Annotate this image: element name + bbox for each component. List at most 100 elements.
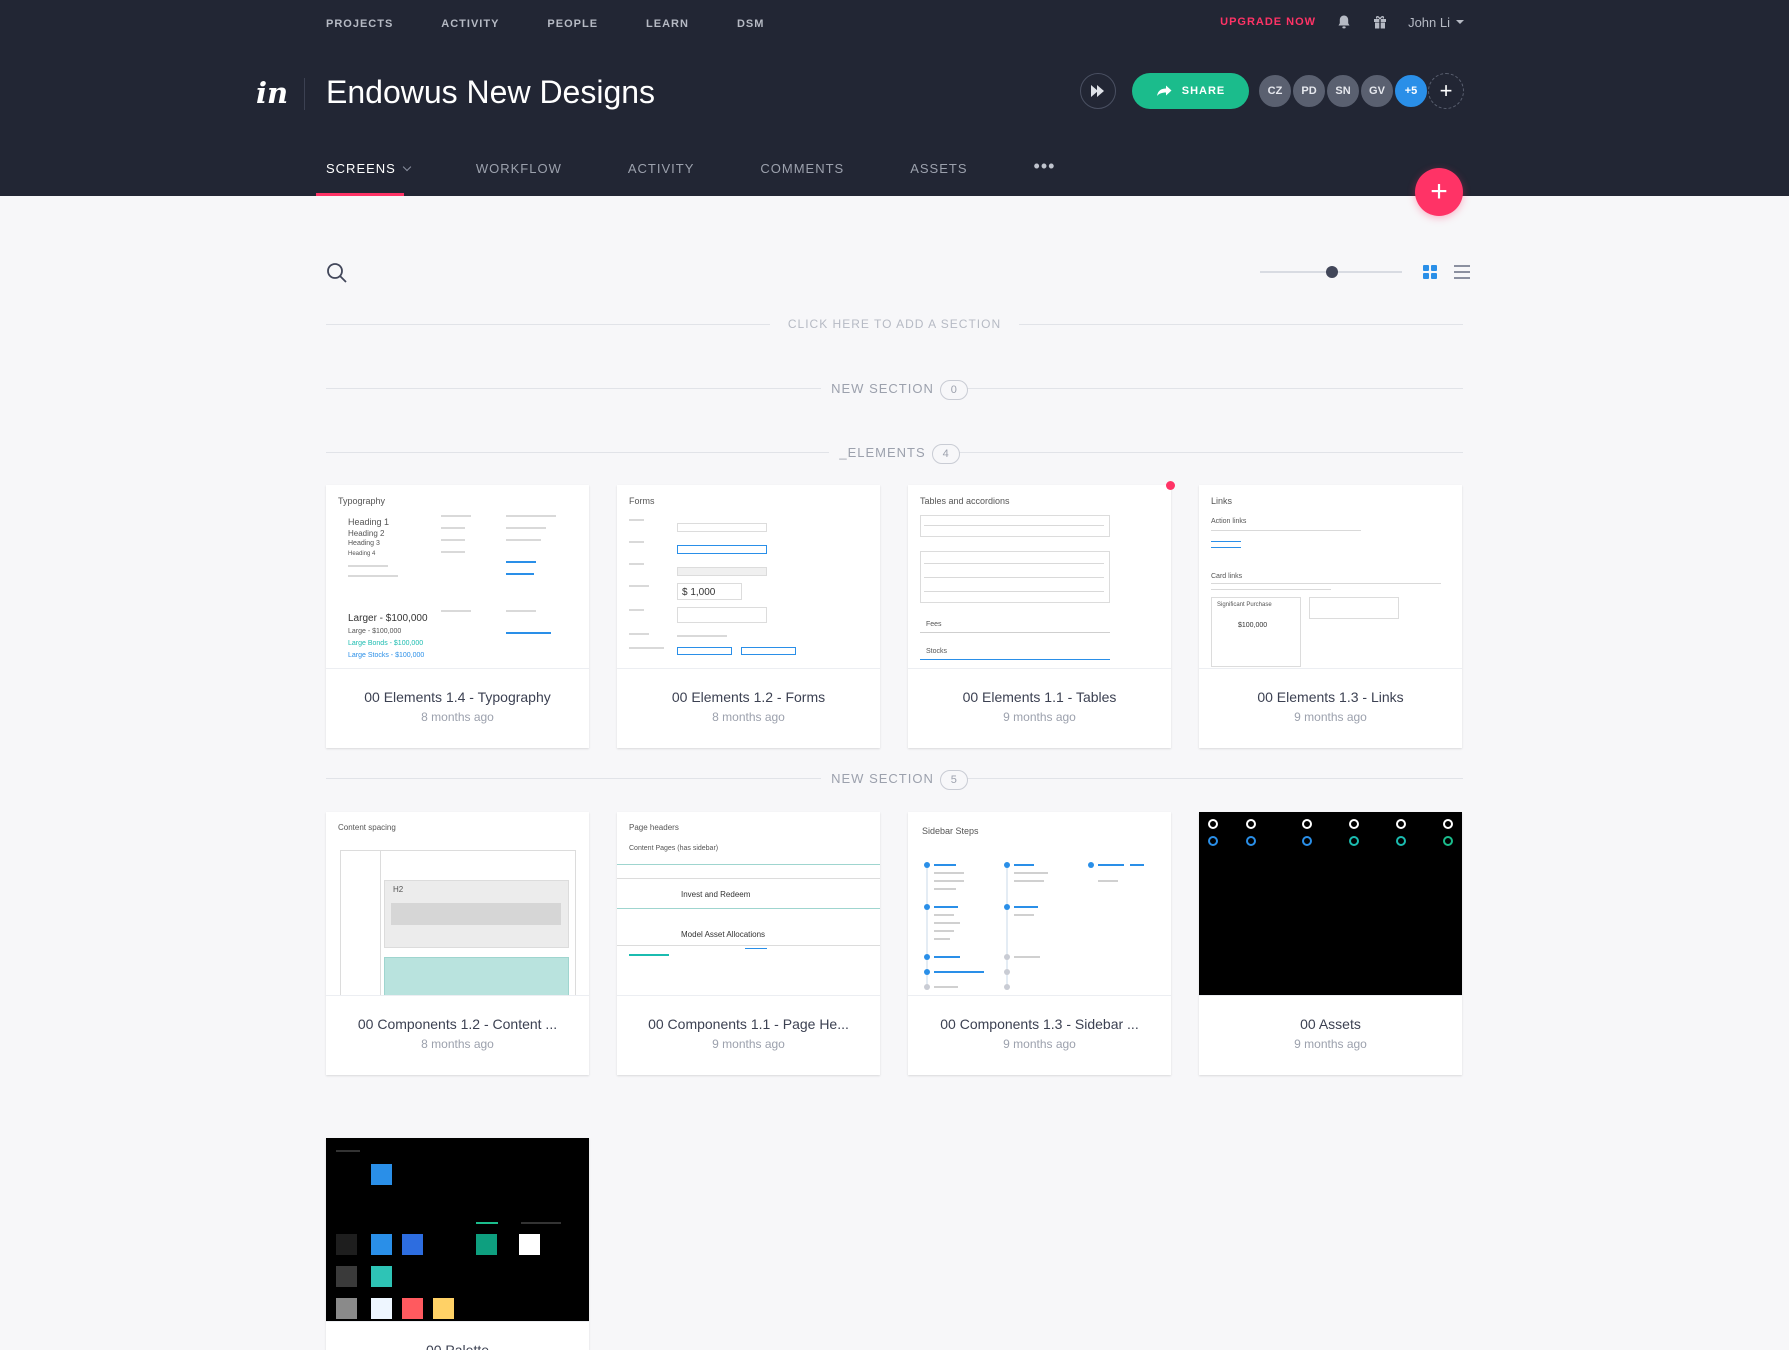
thumbnail-size-slider[interactable]: [1260, 266, 1402, 278]
thumb-link-line: [506, 632, 551, 634]
section-header[interactable]: NEW SECTION 0: [0, 380, 1789, 400]
thumb-line: [920, 632, 1110, 633]
bell-icon[interactable]: [1336, 14, 1352, 30]
thumb-line: [677, 635, 727, 637]
thumb-block: H2: [384, 880, 569, 948]
topnav-dsm[interactable]: DSM: [737, 18, 764, 30]
search-icon[interactable]: [326, 262, 348, 284]
screen-thumbnail[interactable]: Forms $ 1,000: [617, 485, 880, 669]
screen-card[interactable]: Forms $ 1,000 00 Elements 1.2 - Forms 8 …: [617, 485, 880, 748]
user-menu[interactable]: John Li: [1408, 15, 1464, 30]
screen-card[interactable]: 00 Palette: [326, 1138, 589, 1350]
upgrade-link[interactable]: UPGRADE NOW: [1220, 16, 1316, 28]
thumb-line: [924, 591, 1104, 592]
section-count-badge: 0: [939, 380, 968, 400]
tab-screens[interactable]: SCREENS: [326, 160, 412, 177]
top-nav: PROJECTS ACTIVITY PEOPLE LEARN DSM: [326, 18, 812, 30]
add-screen-button[interactable]: +: [1415, 168, 1463, 216]
thumb-line: [506, 610, 536, 612]
screen-card[interactable]: Links Action links Card links Significan…: [1199, 485, 1462, 748]
topnav-learn[interactable]: LEARN: [646, 18, 689, 30]
tab-workflow[interactable]: WORKFLOW: [476, 160, 562, 177]
more-tabs-icon[interactable]: •••: [1034, 156, 1056, 177]
screen-timestamp: 9 months ago: [1003, 1037, 1076, 1051]
avatar[interactable]: GV: [1359, 73, 1395, 109]
thumb-table: [920, 515, 1110, 537]
project-tabs: SCREENS WORKFLOW ACTIVITY COMMENTS ASSET…: [326, 156, 1121, 177]
thumb-title: Typography: [338, 496, 386, 506]
screen-title[interactable]: 00 Elements 1.3 - Links: [1199, 689, 1462, 705]
topnav-people[interactable]: PEOPLE: [547, 18, 598, 30]
collaborator-avatars: CZ PD SN GV +5: [1257, 73, 1429, 109]
thumb-link-line: [629, 954, 669, 956]
screen-thumbnail[interactable]: [1199, 812, 1462, 996]
screen-card[interactable]: Tables and accordions Fees Stocks 00 Ele…: [908, 485, 1171, 748]
screen-thumbnail[interactable]: Links Action links Card links Significan…: [1199, 485, 1462, 669]
screen-card[interactable]: Page headers Content Pages (has sidebar)…: [617, 812, 880, 1075]
tab-assets[interactable]: ASSETS: [910, 160, 967, 177]
grid-view-icon[interactable]: [1423, 265, 1437, 279]
invision-logo[interactable]: in: [256, 76, 288, 110]
tab-comments[interactable]: COMMENTS: [760, 160, 844, 177]
screen-thumbnail[interactable]: Tables and accordions Fees Stocks: [908, 485, 1171, 669]
screen-timestamp: 9 months ago: [712, 1037, 785, 1051]
tab-activity[interactable]: ACTIVITY: [628, 160, 695, 177]
thumb-card: [1309, 597, 1399, 619]
share-button[interactable]: SHARE: [1132, 73, 1249, 109]
section-header[interactable]: _ELEMENTS 4: [0, 444, 1789, 464]
screen-thumbnail[interactable]: Sidebar Steps: [908, 812, 1171, 996]
assets-icons-illustration: [1208, 819, 1453, 846]
screen-title[interactable]: 00 Components 1.2 - Content ...: [326, 1016, 589, 1032]
screen-card[interactable]: 00 Assets 9 months ago: [1199, 812, 1462, 1075]
thumb-text: Heading 4: [348, 551, 376, 557]
screen-title[interactable]: 00 Elements 1.2 - Forms: [617, 689, 880, 705]
chevron-down-icon[interactable]: [402, 162, 412, 171]
topnav-activity[interactable]: ACTIVITY: [441, 18, 499, 30]
screen-title[interactable]: 00 Assets: [1199, 1016, 1462, 1032]
section-header[interactable]: NEW SECTION 5: [0, 770, 1789, 790]
thumb-block: [384, 957, 569, 995]
thumb-line: [441, 551, 465, 553]
list-view-icon[interactable]: [1454, 265, 1470, 279]
screen-title[interactable]: 00 Components 1.1 - Page He...: [617, 1016, 880, 1032]
screen-thumbnail[interactable]: [326, 1138, 589, 1322]
thumb-link-line: [1211, 547, 1241, 548]
screen-card[interactable]: Typography Heading 1 Heading 2 Heading 3…: [326, 485, 589, 748]
avatar[interactable]: PD: [1291, 73, 1327, 109]
screen-title[interactable]: 00 Components 1.3 - Sidebar ...: [908, 1016, 1171, 1032]
thumb-input: [677, 567, 767, 576]
thumb-text: Significant Purchase: [1217, 602, 1272, 608]
screen-card[interactable]: Content spacing H2 00 Components 1.2 - C…: [326, 812, 589, 1075]
gift-icon[interactable]: [1372, 14, 1388, 30]
thumb-line: [506, 539, 541, 541]
thumb-line: [506, 527, 546, 529]
avatar[interactable]: SN: [1325, 73, 1361, 109]
thumb-link-line: [506, 561, 536, 563]
add-section-label: CLICK HERE TO ADD A SECTION: [769, 317, 1020, 331]
screen-thumbnail[interactable]: Typography Heading 1 Heading 2 Heading 3…: [326, 485, 589, 669]
thumb-text: $100,000: [1238, 622, 1268, 629]
preview-button[interactable]: [1080, 73, 1116, 109]
top-right-controls: UPGRADE NOW John Li: [1220, 14, 1464, 30]
section-title: NEW SECTION: [821, 381, 944, 396]
screen-title[interactable]: 00 Palette: [326, 1342, 589, 1350]
thumb-line: [924, 525, 1104, 526]
add-collaborator-button[interactable]: +: [1428, 73, 1464, 109]
slider-handle[interactable]: [1326, 266, 1338, 278]
sidebar-steps-illustration: [924, 862, 1144, 990]
thumb-text: Stocks: [926, 648, 948, 655]
screen-title[interactable]: 00 Elements 1.4 - Typography: [326, 689, 589, 705]
more-collaborators-badge[interactable]: +5: [1393, 73, 1429, 109]
screen-title[interactable]: 00 Elements 1.1 - Tables: [908, 689, 1171, 705]
screen-card[interactable]: Sidebar Steps 00 Components 1.3 - Sideba…: [908, 812, 1171, 1075]
avatar[interactable]: CZ: [1257, 73, 1293, 109]
topnav-projects[interactable]: PROJECTS: [326, 18, 393, 30]
logo-divider: [304, 78, 305, 110]
active-tab-indicator: [316, 193, 404, 196]
screen-thumbnail[interactable]: Page headers Content Pages (has sidebar)…: [617, 812, 880, 996]
add-section-link[interactable]: CLICK HERE TO ADD A SECTION: [0, 317, 1789, 331]
screen-thumbnail[interactable]: Content spacing H2: [326, 812, 589, 996]
thumb-text: Heading 1: [348, 517, 390, 527]
thumb-text: Card links: [1211, 573, 1243, 580]
thumb-active-line: [920, 659, 1110, 660]
